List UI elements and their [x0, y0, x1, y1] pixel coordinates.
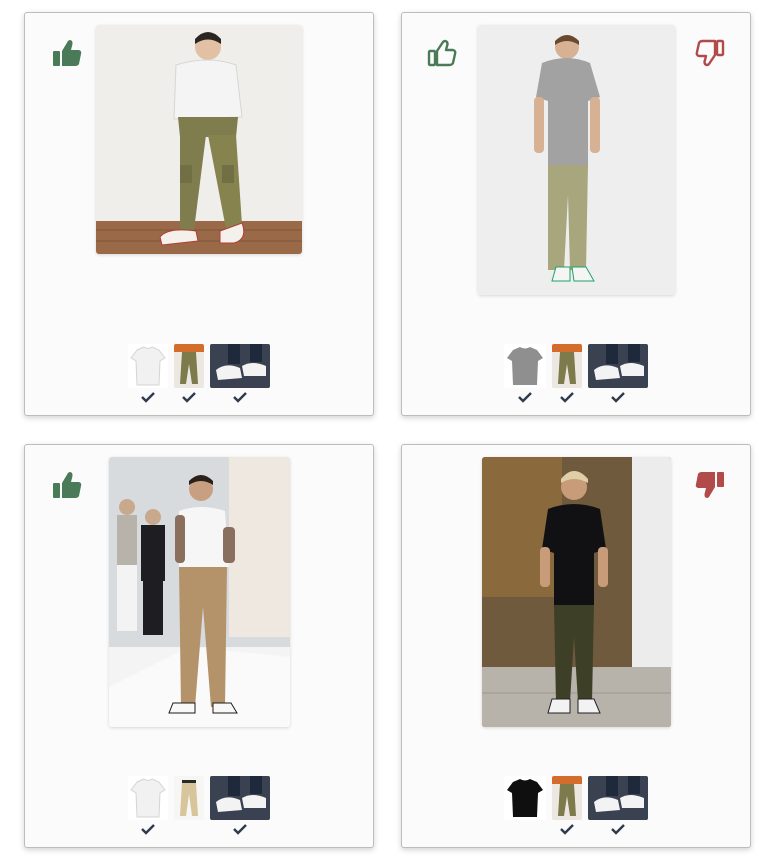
outfit-card	[401, 12, 751, 416]
thumbs-up-filled-icon[interactable]	[51, 469, 83, 501]
thumbs-up-outline-icon[interactable]	[426, 37, 458, 69]
white-sneakers-thumbnail	[210, 776, 270, 820]
olive-cargo-pants-thumbnail	[174, 344, 204, 388]
white-sneakers-thumbnail	[210, 344, 270, 388]
check-icon	[182, 391, 196, 403]
white-tshirt-thumbnail	[128, 344, 168, 388]
outfit-grid	[0, 0, 775, 859]
outfit-item[interactable]	[210, 776, 270, 835]
check-icon	[611, 391, 625, 403]
outfit-item[interactable]	[504, 344, 546, 403]
white-sneakers-thumbnail	[588, 776, 648, 820]
outfit-item[interactable]	[552, 344, 582, 403]
outfit-card	[24, 444, 374, 848]
outfit-item[interactable]	[588, 776, 648, 835]
beige-trousers-thumbnail	[174, 776, 204, 820]
outfit-items	[25, 344, 373, 403]
olive-cargo-pants-thumbnail	[552, 344, 582, 388]
check-icon	[611, 823, 625, 835]
check-icon	[518, 391, 532, 403]
check-icon	[560, 391, 574, 403]
outfit-item[interactable]	[128, 776, 168, 835]
check-icon	[141, 391, 155, 403]
outfit-item[interactable]	[128, 344, 168, 403]
outfit-item[interactable]	[174, 344, 204, 403]
outfit-photo[interactable]	[478, 25, 675, 295]
outfit-photo[interactable]	[96, 25, 302, 254]
outfit-item[interactable]	[504, 776, 546, 835]
outfit-items	[402, 344, 750, 403]
black-tshirt-thumbnail	[504, 776, 546, 820]
outfit-photo[interactable]	[482, 457, 671, 727]
olive-cargo-pants-thumbnail	[552, 776, 582, 820]
outfit-items	[402, 776, 750, 835]
outfit-card	[24, 12, 374, 416]
check-icon	[141, 823, 155, 835]
thumbs-down-outline-icon[interactable]	[694, 37, 726, 69]
outfit-card	[401, 444, 751, 848]
check-icon	[560, 823, 574, 835]
white-sneakers-thumbnail	[588, 344, 648, 388]
grey-tshirt-thumbnail	[504, 344, 546, 388]
thumbs-down-filled-icon[interactable]	[694, 469, 726, 501]
thumbs-up-filled-icon[interactable]	[51, 37, 83, 69]
outfit-item[interactable]	[588, 344, 648, 403]
white-tshirt-thumbnail	[128, 776, 168, 820]
outfit-item[interactable]	[210, 344, 270, 403]
outfit-photo[interactable]	[109, 457, 290, 727]
check-icon	[233, 823, 247, 835]
outfit-items	[25, 776, 373, 835]
outfit-item[interactable]	[174, 776, 204, 835]
check-icon	[233, 391, 247, 403]
outfit-item[interactable]	[552, 776, 582, 835]
